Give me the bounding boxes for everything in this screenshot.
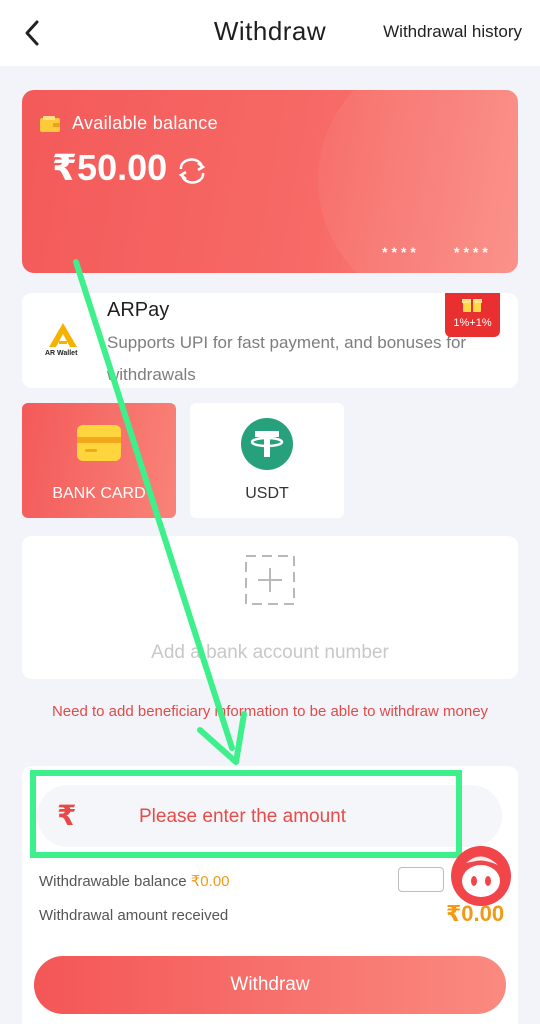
withdrawable-balance-value: ₹0.00 [190,873,230,890]
withdraw-all-toggle[interactable] [398,867,444,892]
add-plus-icon [245,555,295,605]
bank-card-icon [77,425,121,461]
withdrawable-balance-label: Withdrawable balance [39,873,191,890]
amount-received-label: Withdrawal amount received [39,907,229,924]
balance-card: Available balance ₹50.00 **** **** [22,90,518,273]
masked-number-right: **** [454,244,492,260]
add-bank-account[interactable]: Add a bank account number [22,536,518,679]
promo-badge: 1%+1% [445,293,500,337]
withdrawal-history-link[interactable]: Withdrawal history [383,22,522,42]
promo-badge-text: 1%+1% [453,317,492,329]
withdrawable-balance: Withdrawable balance ₹0.00 [39,872,230,890]
chat-support-icon[interactable] [448,845,514,911]
gift-icon [462,296,482,313]
method-label: BANK CARD [52,485,146,502]
add-account-label: Add a bank account number [151,642,389,663]
method-label: USDT [245,485,289,502]
method-usdt[interactable]: USDT [190,403,344,518]
balance-amount: ₹50.00 [52,147,168,188]
masked-number-left: **** [382,244,420,260]
header-bar: Withdraw Withdrawal history [0,0,540,66]
arpay-option[interactable]: AR Wallet ARPay Supports UPI for fast pa… [22,293,518,388]
tether-icon [241,418,293,470]
arpay-name: ARPay [107,299,170,321]
annotation-highlight-box [30,770,462,858]
wallet-icon [40,116,60,132]
method-bank-card[interactable]: BANK CARD [22,403,176,518]
beneficiary-warning: Need to add beneficiary information to b… [51,703,489,720]
arpay-description: Supports UPI for fast payment, and bonus… [107,333,467,384]
ar-wallet-logo-text: AR Wallet [45,350,78,357]
refresh-icon[interactable] [176,158,208,184]
withdraw-button[interactable]: Withdraw [34,956,506,1014]
balance-label: Available balance [72,113,218,133]
